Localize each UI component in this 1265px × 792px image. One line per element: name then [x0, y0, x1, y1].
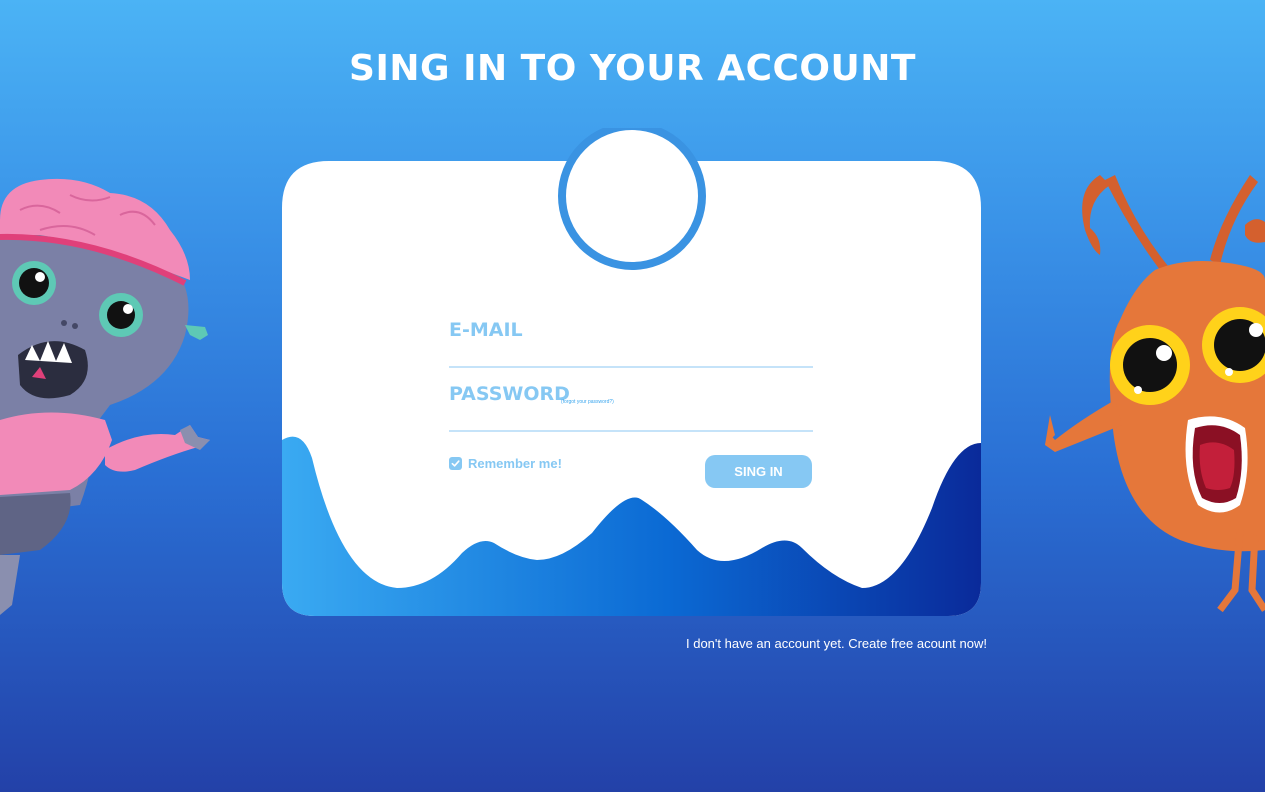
checkmark-icon — [451, 459, 460, 467]
password-label: PASSWORD — [449, 383, 570, 405]
remember-label: Remember me! — [468, 455, 562, 471]
create-account-link[interactable]: I don't have an account yet. Create free… — [686, 636, 987, 651]
page-title: SING IN TO YOUR ACCOUNT — [349, 48, 916, 89]
bug-monster-illustration — [1045, 175, 1265, 613]
sign-in-button[interactable]: SING IN — [705, 455, 812, 488]
avatar-circle — [558, 128, 706, 270]
password-field[interactable]: PASSWORD (forgot your password?) — [449, 380, 813, 432]
email-field[interactable]: E-MAIL — [449, 316, 813, 368]
forgot-password-link[interactable]: (forgot your password?) — [561, 399, 614, 405]
email-label: E-MAIL — [449, 319, 523, 341]
remember-checkbox[interactable] — [449, 456, 462, 470]
login-card — [282, 128, 981, 616]
remember-me-row[interactable]: Remember me! — [449, 455, 562, 471]
zombie-monster-illustration — [0, 178, 210, 615]
